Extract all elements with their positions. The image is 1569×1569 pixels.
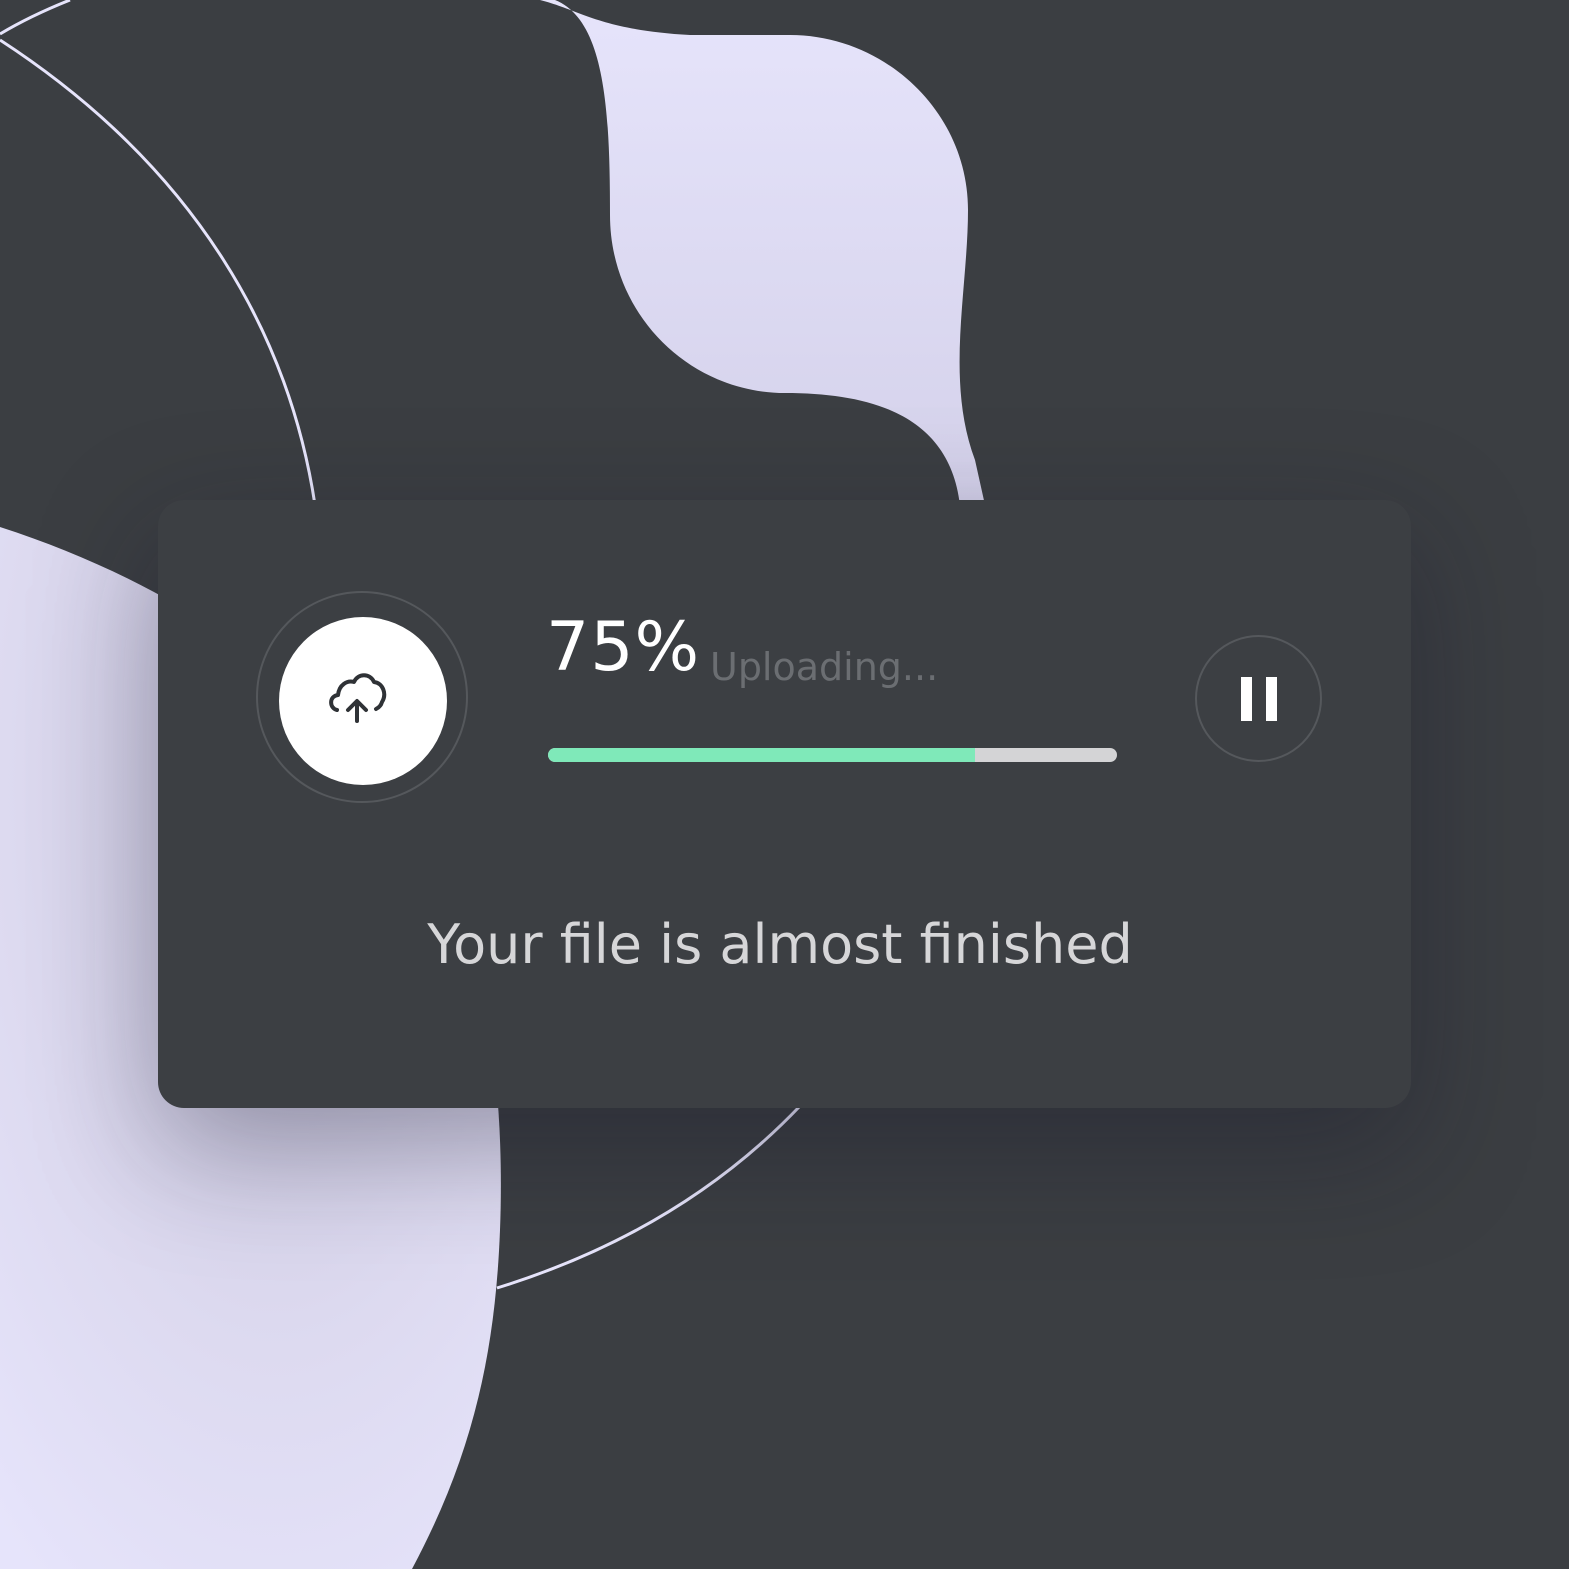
- lavender-blob-top: [540, 0, 985, 505]
- upload-screen: 75% Uploading... Your file is almost fin…: [0, 0, 1569, 1569]
- upload-status: Uploading...: [710, 645, 939, 689]
- pause-icon: [1240, 676, 1277, 721]
- outline-arc-bottom: [496, 1104, 802, 1290]
- upload-percent: 75%: [546, 608, 701, 687]
- upload-card: 75% Uploading... Your file is almost fin…: [158, 500, 1411, 1108]
- outline-arc-outer: [0, 38, 317, 506]
- progress-fill: [548, 748, 975, 762]
- status-message: Your file is almost finished: [427, 913, 1133, 976]
- upload-button[interactable]: [279, 617, 447, 785]
- cloud-upload-icon: [321, 658, 405, 745]
- pause-button[interactable]: [1195, 635, 1322, 762]
- outline-arc-top: [0, 0, 71, 36]
- progress-bar: [548, 748, 1117, 762]
